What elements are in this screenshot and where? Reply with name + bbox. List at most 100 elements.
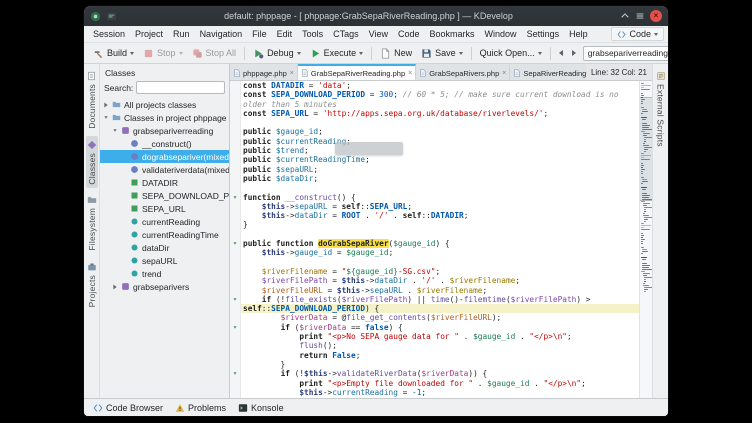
code-line[interactable]: public $trend;	[241, 146, 639, 155]
code-line[interactable]: $riverFileURL = $this->sepaURL . $riverF…	[241, 286, 639, 295]
menu-bookmarks[interactable]: Bookmarks	[425, 28, 480, 40]
code-line[interactable]: public $currentReading;	[241, 137, 639, 146]
menu-navigation[interactable]: Navigation	[195, 28, 248, 40]
fold-marker[interactable]	[230, 323, 241, 332]
code-line[interactable]: flush();	[241, 397, 639, 398]
menu-tools[interactable]: Tools	[297, 28, 328, 40]
debug-button[interactable]: Debug	[249, 46, 305, 61]
code-line[interactable]	[241, 230, 639, 239]
menu-session[interactable]: Session	[88, 28, 130, 40]
dock-tab-classes[interactable]: Classes	[86, 136, 98, 189]
editor-tab-phppage-php[interactable]: phppage.php×	[230, 64, 298, 80]
tree-item-construct[interactable]: __construct()	[100, 137, 229, 150]
execute-button[interactable]: Execute	[306, 46, 368, 61]
tree-item-classes-in-project-phppage[interactable]: Classes in project phppage	[100, 111, 229, 124]
search-next-button[interactable]	[568, 47, 580, 59]
code-line[interactable]: older than 5 minutes	[241, 100, 639, 109]
close-button[interactable]: ×	[650, 10, 662, 22]
tree-item-trend[interactable]: trend	[100, 267, 229, 280]
code-line[interactable]: $this->dataDir = ROOT . '/' . self::DATA…	[241, 211, 639, 220]
minimap-view-indicator[interactable]	[640, 97, 652, 201]
code-line[interactable]: self::SEPA_DOWNLOAD_PERIOD) {	[241, 304, 639, 313]
stop-all-button[interactable]: Stop All	[188, 46, 241, 61]
editor-tab-grabseparivers-php[interactable]: GrabSepaRivers.php×	[416, 64, 510, 80]
code-line[interactable]: $this->sepaURL = self::SEPA_URL;	[241, 202, 639, 211]
window-menu-icon[interactable]	[635, 11, 645, 21]
menu-settings[interactable]: Settings	[522, 28, 565, 40]
code-line[interactable]	[241, 118, 639, 127]
fold-marker[interactable]	[230, 193, 241, 202]
tree-item-datadir[interactable]: dataDir	[100, 241, 229, 254]
code-line[interactable]: public $sepaURL;	[241, 165, 639, 174]
code-line[interactable]: $riverData = @file_get_contents($riverFi…	[241, 313, 639, 322]
close-icon[interactable]: ×	[501, 70, 506, 77]
konsole-button[interactable]: Konsole	[233, 402, 289, 414]
code-line[interactable]: print "<p>Empty file downloaded for " . …	[241, 379, 639, 388]
close-icon[interactable]: ×	[407, 70, 412, 77]
titlebar[interactable]: default: phppage - [ phppage:GrabSepaRiv…	[84, 6, 668, 26]
tree-item-datadir[interactable]: DATADIR	[100, 176, 229, 189]
code-browser-button[interactable]: Code Browser	[88, 402, 168, 414]
tree-item-currentreading[interactable]: currentReading	[100, 215, 229, 228]
code-line[interactable]: public function doGrabSepaRiver($gauge_i…	[241, 239, 639, 248]
code-line[interactable]: $this->currentReading = -1;	[241, 388, 639, 397]
quick-open-button[interactable]: Quick Open...	[476, 46, 546, 60]
code-line[interactable]: if (!$this->validateRiverData($riverData…	[241, 369, 639, 378]
menu-project[interactable]: Project	[130, 28, 168, 40]
code-line[interactable]: $this->gauge_id = $gauge_id;	[241, 248, 639, 257]
search-input[interactable]	[588, 48, 668, 58]
menu-ctags[interactable]: CTags	[328, 28, 364, 40]
code-line[interactable]: $riverFilename = "${gauge_id}-SG.csv";	[241, 267, 639, 276]
stop-button[interactable]: Stop	[139, 46, 187, 61]
tree-item-sepaurl[interactable]: sepaURL	[100, 254, 229, 267]
code-line[interactable]: if (!file_exists($riverFilePath) || time…	[241, 295, 639, 304]
code-line[interactable]	[241, 183, 639, 192]
menu-view[interactable]: View	[364, 28, 393, 40]
search-prev-button[interactable]	[555, 47, 567, 59]
shade-icon[interactable]	[620, 11, 630, 21]
menu-code[interactable]: Code	[393, 28, 425, 40]
code-line[interactable]: function __construct() {	[241, 193, 639, 202]
code-line[interactable]: }	[241, 220, 639, 229]
tree-item-sepa-download-period[interactable]: SEPA_DOWNLOAD_PERIOD	[100, 189, 229, 202]
save-button[interactable]: Save	[417, 46, 467, 61]
menu-window[interactable]: Window	[480, 28, 522, 40]
close-icon[interactable]: ×	[289, 70, 294, 77]
code-line[interactable]: print "<p>No SEPA gauge data for " . $ga…	[241, 332, 639, 341]
fold-marker[interactable]	[230, 369, 241, 378]
problems-button[interactable]: Problems	[170, 402, 231, 414]
code-line[interactable]: const SEPA_URL = 'http://apps.sepa.org.u…	[241, 109, 639, 118]
tree-item-dograbsepariver-mixed[interactable]: dograbsepariver(mixed)	[100, 150, 229, 163]
menu-edit[interactable]: Edit	[272, 28, 298, 40]
tree-item-currentreadingtime[interactable]: currentReadingTime	[100, 228, 229, 241]
code-menu-button[interactable]: Code	[611, 27, 664, 41]
code-line[interactable]	[241, 258, 639, 267]
code-line[interactable]: public $dataDir;	[241, 174, 639, 183]
dock-tab-filesystem[interactable]: Filesystem	[86, 191, 98, 255]
code-area[interactable]: const DATADIR = 'data';const SEPA_DOWNLO…	[230, 81, 639, 398]
expander-icon[interactable]	[102, 116, 109, 119]
code-line[interactable]: const DATADIR = 'data';	[241, 81, 639, 90]
tree-item-grabsepariverreading[interactable]: grabsepariverreading	[100, 124, 229, 137]
dock-tab-external-scripts[interactable]: External Scripts	[655, 67, 667, 151]
tree-item-grabseparivers[interactable]: grabseparivers	[100, 280, 229, 293]
code-line[interactable]: public $gauge_id;	[241, 127, 639, 136]
menu-run[interactable]: Run	[168, 28, 195, 40]
code-line[interactable]: return False;	[241, 351, 639, 360]
classes-search-input[interactable]	[136, 81, 225, 94]
editor-tab-separiverreadinghistory-php[interactable]: SepaRiverReadingHistory.php×	[510, 64, 586, 80]
tree-item-all-projects-classes[interactable]: All projects classes	[100, 98, 229, 111]
fold-marker[interactable]	[230, 239, 241, 248]
menu-file[interactable]: File	[247, 28, 272, 40]
dock-tab-documents[interactable]: Documents	[86, 67, 98, 133]
code-line[interactable]: flush();	[241, 341, 639, 350]
tree-item-sepa-url[interactable]: SEPA_URL	[100, 202, 229, 215]
new-button[interactable]: New	[376, 46, 416, 61]
expander-icon[interactable]	[111, 129, 118, 132]
fold-marker[interactable]	[230, 295, 241, 304]
build-button[interactable]: Build	[89, 46, 138, 61]
minimap[interactable]	[639, 81, 652, 398]
code-line[interactable]: if ($riverData == false) {	[241, 323, 639, 332]
expander-icon[interactable]	[102, 102, 109, 108]
code-line[interactable]: }	[241, 360, 639, 369]
